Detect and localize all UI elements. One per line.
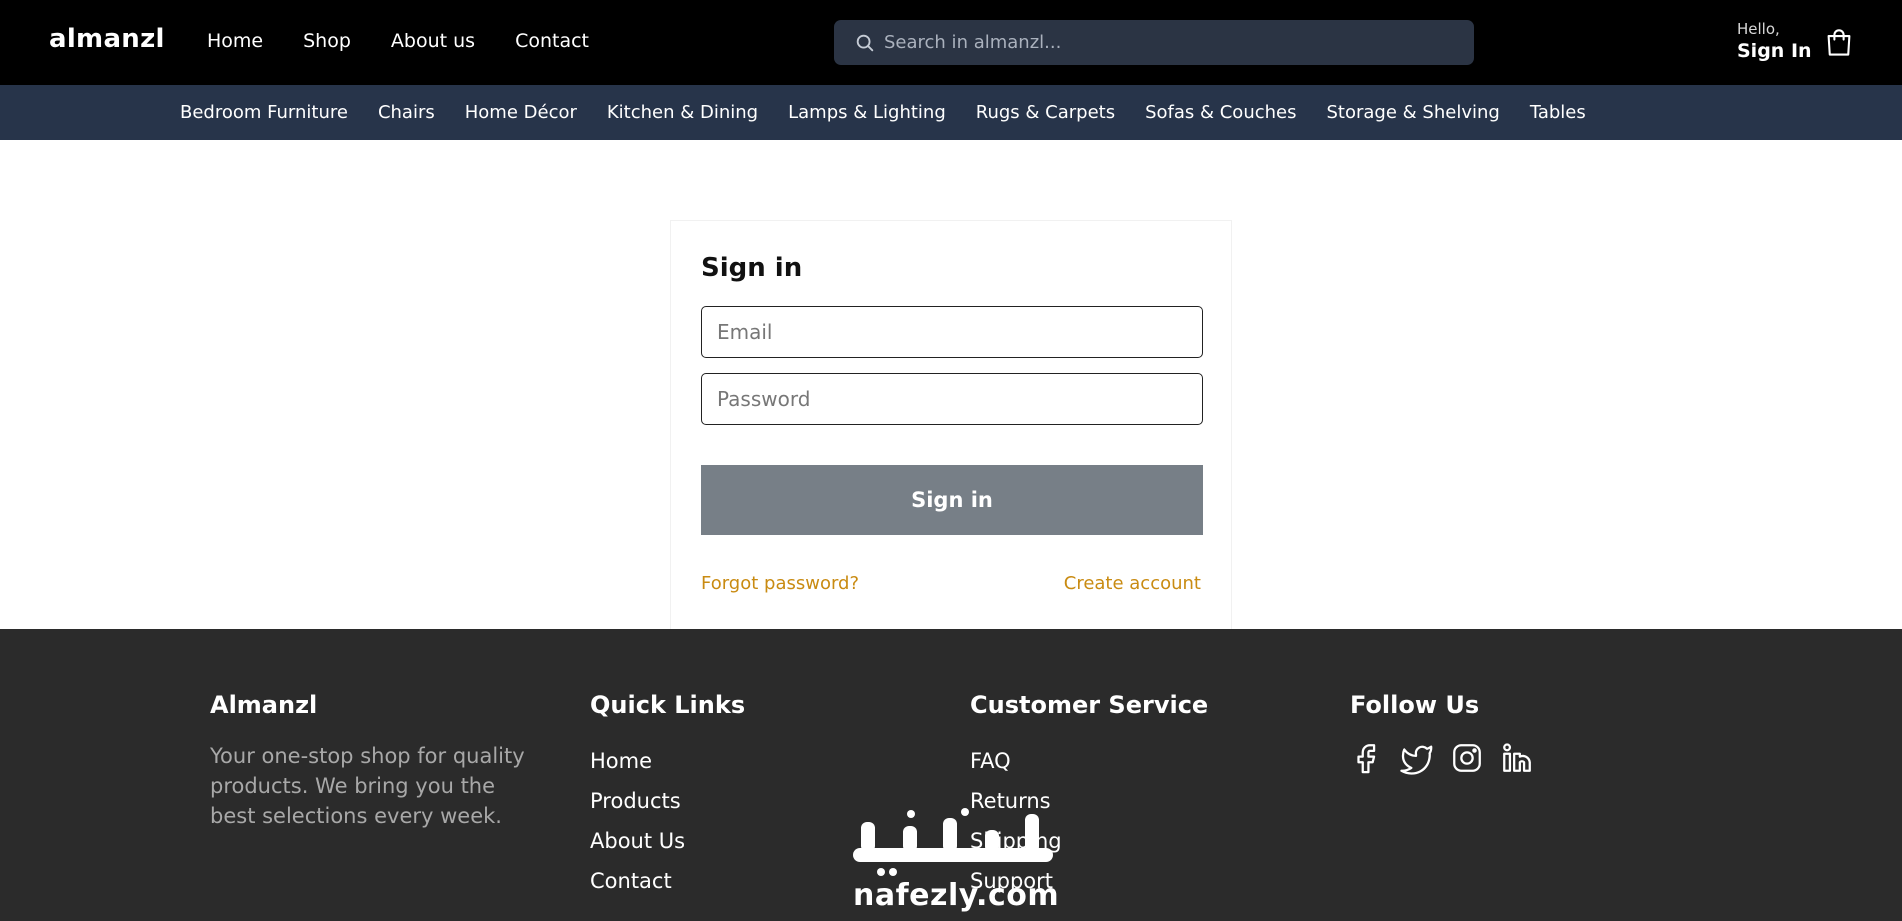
header-sign-in-link[interactable]: Sign In	[1737, 40, 1812, 62]
password-field-wrapper	[701, 373, 1203, 425]
shopping-bag-icon[interactable]	[1825, 28, 1853, 58]
category-rugs-carpets[interactable]: Rugs & Carpets	[976, 102, 1115, 123]
linkedin-icon[interactable]	[1500, 741, 1534, 775]
category-list: Bedroom Furniture Chairs Home Décor Kitc…	[180, 85, 1616, 140]
footer-brand-title: Almanzl	[210, 691, 318, 719]
footer-link-support[interactable]: Support	[970, 861, 1208, 901]
account-greeting: Hello,	[1737, 20, 1780, 38]
category-bar: Bedroom Furniture Chairs Home Décor Kitc…	[0, 85, 1902, 140]
footer-quick-links: Quick Links Home Products About Us Conta…	[590, 691, 745, 901]
social-links	[1350, 741, 1534, 775]
footer-brand: Almanzl Your one-stop shop for quality p…	[210, 691, 540, 831]
footer-link-shipping[interactable]: Shipping	[970, 821, 1208, 861]
site-logo[interactable]: almanzl	[49, 24, 165, 54]
main-nav: Home Shop About us Contact	[207, 30, 629, 52]
category-tables[interactable]: Tables	[1530, 102, 1586, 123]
sign-in-button[interactable]: Sign in	[701, 465, 1203, 535]
category-home-decor[interactable]: Home Décor	[465, 102, 577, 123]
customer-service-title: Customer Service	[970, 691, 1209, 719]
search-bar[interactable]	[834, 20, 1474, 65]
quick-links-title: Quick Links	[590, 691, 746, 719]
category-kitchen-dining[interactable]: Kitchen & Dining	[607, 102, 758, 123]
category-chairs[interactable]: Chairs	[378, 102, 435, 123]
account-menu[interactable]: Hello, Sign In	[1737, 20, 1812, 62]
email-field-wrapper	[701, 306, 1203, 358]
top-header: almanzl Home Shop About us Contact Hello…	[0, 0, 1902, 85]
footer-link-about-us[interactable]: About Us	[590, 821, 745, 861]
footer-link-contact[interactable]: Contact	[590, 861, 745, 901]
category-lamps-lighting[interactable]: Lamps & Lighting	[788, 102, 946, 123]
site-footer: Almanzl Your one-stop shop for quality p…	[0, 629, 1902, 921]
email-field[interactable]	[702, 307, 1202, 357]
search-icon	[856, 34, 874, 52]
forgot-password-link[interactable]: Forgot password?	[701, 573, 859, 594]
sign-in-title: Sign in	[701, 253, 803, 283]
footer-link-faq[interactable]: FAQ	[970, 741, 1208, 781]
footer-link-returns[interactable]: Returns	[970, 781, 1208, 821]
nav-contact[interactable]: Contact	[515, 30, 589, 52]
category-bedroom-furniture[interactable]: Bedroom Furniture	[180, 102, 348, 123]
sign-in-card: Sign in Sign in Forgot password? Create …	[670, 220, 1232, 630]
instagram-icon[interactable]	[1450, 741, 1484, 775]
footer-follow-us: Follow Us	[1350, 691, 1534, 775]
footer-customer-service: Customer Service FAQ Returns Shipping Su…	[970, 691, 1208, 901]
password-field[interactable]	[702, 374, 1202, 424]
nav-shop[interactable]: Shop	[303, 30, 351, 52]
footer-tagline: Your one-stop shop for quality products.…	[210, 744, 525, 828]
twitter-icon[interactable]	[1400, 741, 1434, 775]
footer-link-home[interactable]: Home	[590, 741, 745, 781]
nav-about-us[interactable]: About us	[391, 30, 475, 52]
footer-link-products[interactable]: Products	[590, 781, 745, 821]
create-account-link[interactable]: Create account	[1064, 573, 1201, 594]
facebook-icon[interactable]	[1350, 741, 1384, 775]
search-input[interactable]	[884, 20, 1454, 65]
category-sofas-couches[interactable]: Sofas & Couches	[1145, 102, 1296, 123]
follow-us-title: Follow Us	[1350, 691, 1480, 719]
nav-home[interactable]: Home	[207, 30, 263, 52]
category-storage-shelving[interactable]: Storage & Shelving	[1327, 102, 1500, 123]
